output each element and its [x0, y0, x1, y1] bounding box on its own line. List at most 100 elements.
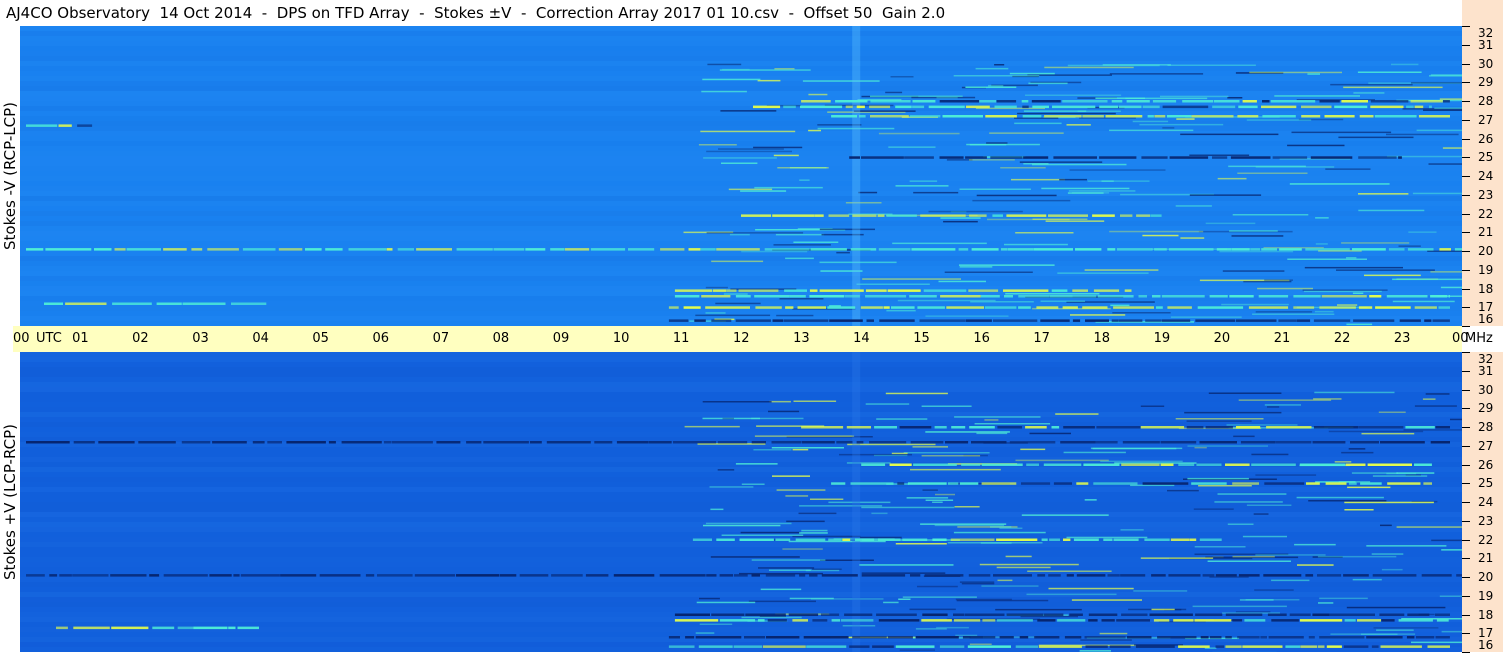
signal-segment — [240, 574, 280, 577]
signal-segment — [674, 289, 713, 292]
heatmap-texture-segment — [1231, 235, 1284, 237]
signal-segment — [1435, 636, 1450, 639]
signal-segment — [1147, 115, 1154, 118]
signal-segment — [1111, 319, 1119, 322]
signal-segment — [1048, 214, 1088, 217]
signal-segment — [1018, 306, 1031, 309]
mhz-tick — [1462, 615, 1470, 616]
heatmap-texture-segment — [721, 534, 804, 536]
heatmap-row-shade — [20, 357, 1462, 362]
heatmap-texture-segment — [925, 315, 1009, 317]
heatmap-texture-segment — [895, 543, 947, 545]
heatmap-texture-segment — [757, 79, 781, 82]
mhz-tick — [1462, 251, 1470, 252]
heatmap-texture-segment — [956, 599, 1049, 602]
signal-segment — [1370, 105, 1404, 109]
signal-segment — [1191, 482, 1227, 485]
signal-segment — [996, 538, 1038, 541]
signal-segment — [981, 482, 1017, 485]
signal-segment — [985, 115, 1017, 118]
heatmap-texture-segment — [1428, 163, 1462, 165]
heatmap-texture-segment — [943, 220, 978, 223]
signal-segment — [45, 248, 92, 251]
heatmap-row-shade — [20, 51, 1462, 56]
signal-segment — [1043, 463, 1082, 466]
utc-tick-label: 19 — [1153, 331, 1171, 346]
signal-segment — [1242, 645, 1283, 648]
signal-segment — [909, 295, 937, 298]
signal-segment — [912, 105, 925, 109]
signal-segment — [1313, 319, 1351, 322]
heatmap-texture-segment — [955, 634, 978, 637]
mhz-tick-label: 25 — [1478, 150, 1494, 164]
signal-segment — [1454, 248, 1462, 251]
signal-segment — [1101, 619, 1115, 622]
heatmap-texture-segment — [782, 548, 823, 550]
utc-tick-label: 03 — [192, 331, 209, 346]
heatmap-texture-segment — [769, 569, 811, 571]
signal-segment — [1308, 636, 1315, 639]
heatmap-texture-segment — [748, 600, 816, 603]
heatmap-texture-segment — [1140, 557, 1214, 559]
signal-segment — [726, 289, 737, 292]
heatmap-texture-segment — [974, 423, 1051, 425]
heatmap-texture-segment — [935, 493, 955, 496]
signal-segment — [897, 482, 905, 485]
signal-segment — [1379, 613, 1405, 616]
signal-segment — [98, 441, 135, 444]
heatmap-texture-segment — [928, 210, 1023, 213]
heatmap-row-shade — [20, 266, 1462, 271]
heatmap-texture-segment — [1232, 555, 1275, 558]
signal-segment — [1326, 645, 1342, 648]
heatmap-texture-segment — [723, 293, 748, 295]
signal-segment — [1140, 426, 1185, 429]
signal-segment — [1200, 636, 1209, 639]
signal-segment — [1231, 248, 1250, 251]
signal-segment — [1072, 289, 1088, 292]
signal-segment — [111, 626, 149, 630]
signal-segment — [814, 214, 824, 217]
signal-segment — [757, 619, 765, 622]
heatmap-row-shade — [20, 56, 1462, 61]
mhz-tick — [1462, 521, 1470, 522]
signal-band — [668, 319, 1450, 322]
heatmap-texture-segment — [989, 132, 1064, 134]
signal-segment — [939, 645, 965, 648]
signal-segment — [1278, 319, 1297, 322]
heatmap-texture-segment — [810, 598, 884, 600]
signal-segment — [1348, 482, 1357, 485]
heatmap-texture-segment — [1381, 568, 1403, 571]
signal-segment — [1095, 441, 1118, 444]
heatmap-texture-segment — [1015, 459, 1109, 462]
heatmap-texture-segment — [1366, 545, 1447, 547]
heatmap-texture-segment — [684, 425, 740, 428]
signal-segment — [1267, 613, 1287, 616]
signal-segment — [953, 613, 965, 616]
signal-segment — [828, 538, 842, 541]
heatmap-texture-segment — [966, 143, 1040, 146]
heatmap-texture-segment — [861, 572, 946, 574]
signal-segment — [365, 574, 375, 577]
signal-segment — [59, 574, 72, 577]
heatmap-texture-segment — [753, 146, 803, 149]
heatmap-texture-segment — [1251, 453, 1289, 456]
signal-segment — [852, 214, 877, 217]
heatmap-texture-segment — [799, 179, 810, 181]
signal-segment — [328, 441, 336, 444]
signal-segment — [1034, 636, 1060, 639]
signal-segment — [1427, 645, 1450, 648]
heatmap-texture-segment — [1221, 303, 1289, 306]
signal-segment — [1072, 295, 1097, 298]
signal-segment — [1019, 636, 1029, 639]
heatmap-texture-segment — [1235, 611, 1271, 613]
signal-segment — [1238, 105, 1258, 109]
mhz-tick — [1462, 82, 1470, 83]
signal-segment — [876, 613, 917, 616]
signal-segment — [1064, 636, 1082, 639]
signal-segment — [1215, 574, 1237, 577]
mhz-tick-label: 31 — [1478, 364, 1494, 378]
heatmap-texture-segment — [1180, 133, 1279, 136]
signal-segment — [895, 645, 935, 648]
signal-segment — [990, 156, 1023, 159]
signal-segment — [789, 295, 806, 298]
